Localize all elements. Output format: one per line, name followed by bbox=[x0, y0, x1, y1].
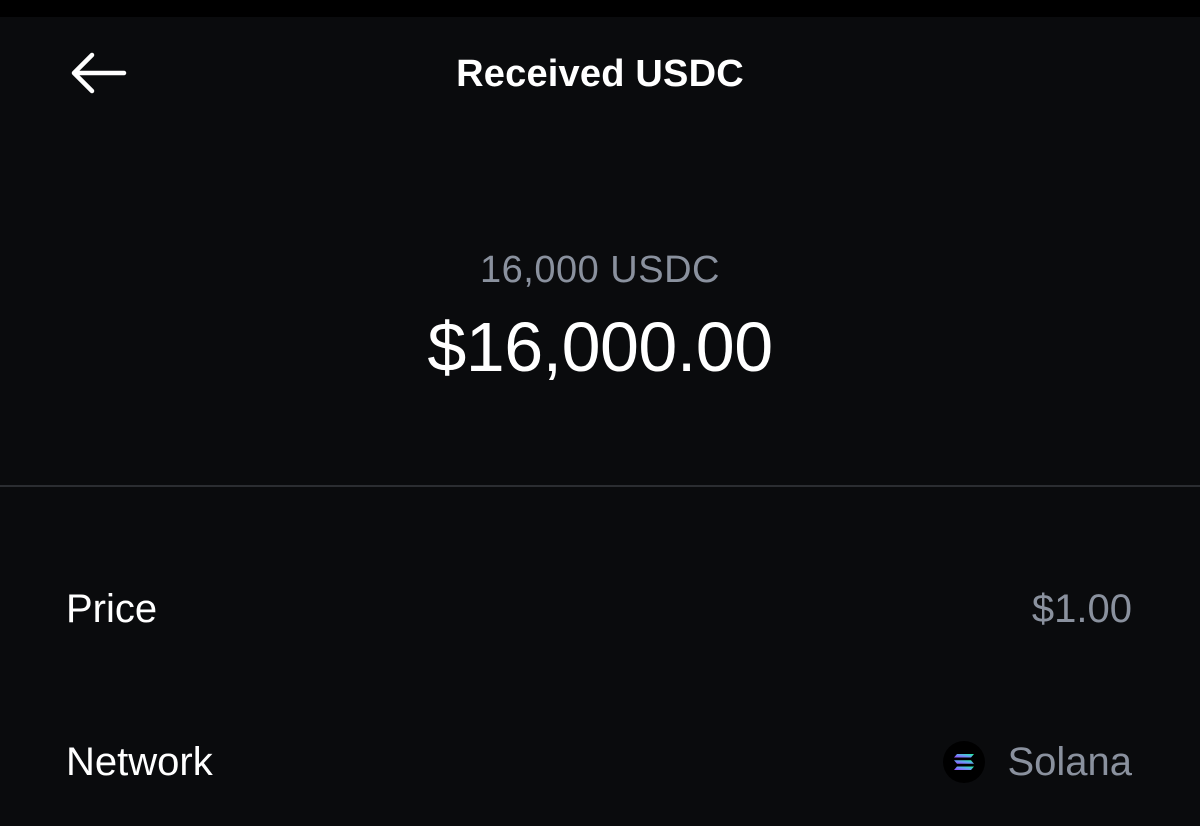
divider bbox=[0, 485, 1200, 487]
network-value-group: Solana bbox=[943, 740, 1132, 785]
price-value: $1.00 bbox=[1031, 586, 1132, 631]
header: Received USDC bbox=[0, 17, 1200, 127]
amount-summary: 16,000 USDC $16,000.00 bbox=[0, 240, 1200, 392]
price-label: Price bbox=[66, 586, 158, 631]
fiat-amount: $16,000.00 bbox=[427, 308, 773, 386]
page-title: Received USDC bbox=[456, 53, 744, 95]
network-label: Network bbox=[66, 739, 213, 784]
price-row: Price $1.00 bbox=[66, 579, 1132, 639]
network-row: Network Solana bbox=[66, 732, 1132, 792]
network-value: Solana bbox=[1007, 739, 1132, 784]
solana-icon bbox=[943, 741, 986, 783]
status-bar bbox=[0, 0, 1200, 17]
crypto-amount: 16,000 USDC bbox=[480, 249, 720, 291]
